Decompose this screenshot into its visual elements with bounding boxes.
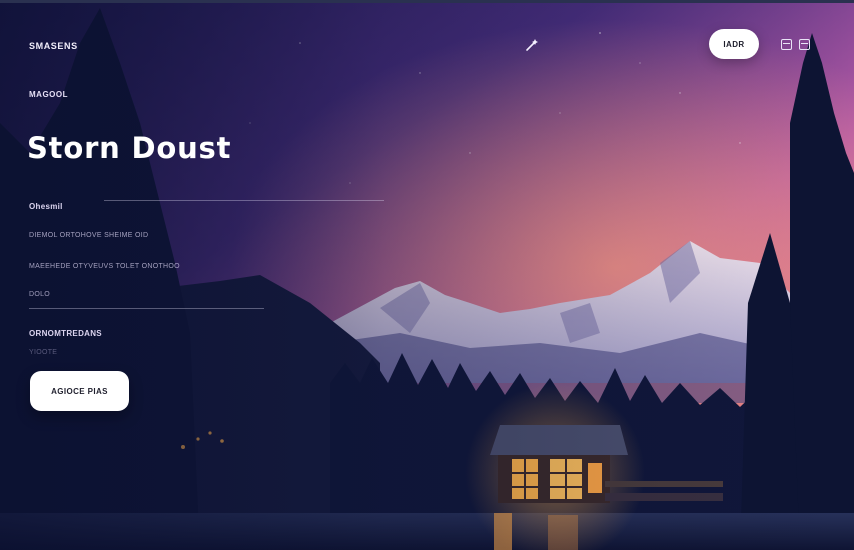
input-field[interactable]: DOLO — [29, 291, 50, 298]
hero-section: SMASENS IADR MAGOOL Storn Doust Ohesmil … — [0, 0, 854, 550]
input-underline — [29, 308, 264, 309]
description-line-1: DIEMOL ORTOHOVE SHEIME OID — [29, 232, 149, 239]
nav-icon-group — [781, 39, 810, 50]
cta-button[interactable]: AGIOCE PIAS — [30, 371, 129, 411]
magic-wand-icon[interactable] — [524, 37, 540, 53]
divider — [104, 200, 384, 201]
nav-pill-button[interactable]: IADR — [709, 29, 759, 59]
hint-text: YIOOTE — [29, 349, 58, 356]
section-label: Ohesmil — [29, 202, 63, 211]
mountain-lake-cabin-background — [0, 3, 854, 550]
panel-icon[interactable] — [781, 39, 792, 50]
brand-logo-text[interactable]: SMASENS — [29, 41, 78, 51]
layout-icon[interactable] — [799, 39, 810, 50]
secondary-label: ORNOMTREDANS — [29, 329, 102, 338]
eyebrow-text: MAGOOL — [29, 90, 68, 99]
hero-title: Storn Doust — [27, 131, 232, 165]
description-line-2: MAEEHEDE OTYVEUVS TOLET ONOTHOO — [29, 263, 180, 270]
